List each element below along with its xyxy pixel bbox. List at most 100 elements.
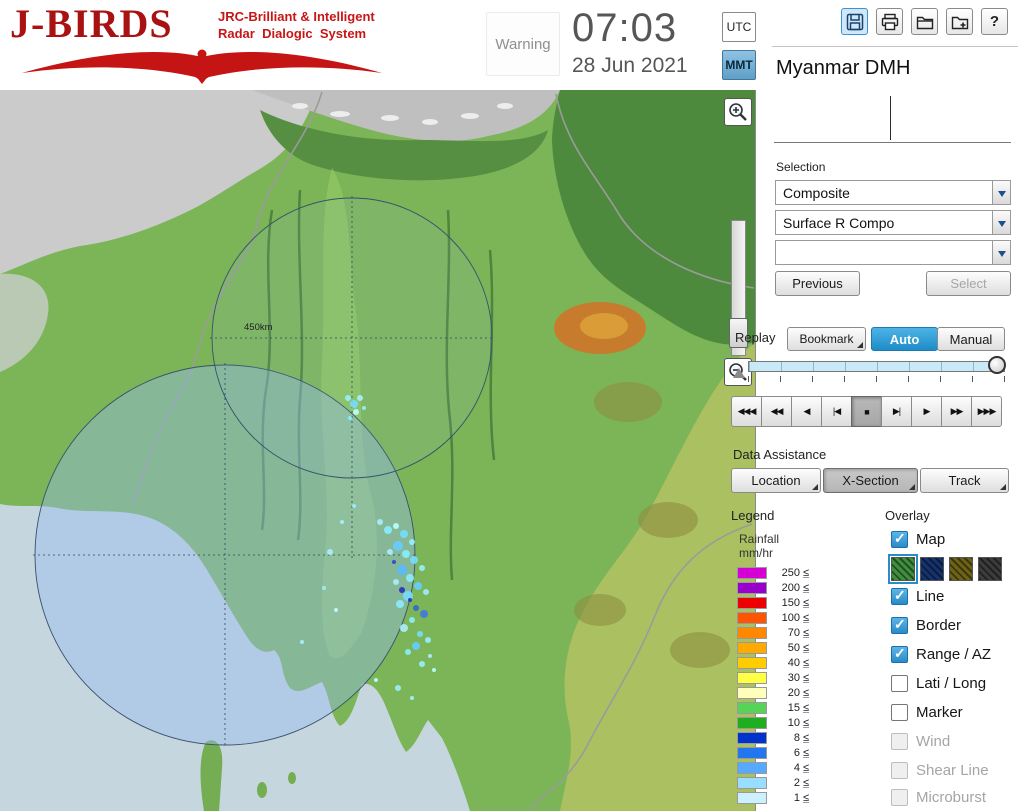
chevron-down-icon[interactable] [992,241,1010,264]
overlay-item-label: Map [916,531,946,548]
legend-le: ≤ [803,641,810,654]
export-button[interactable] [946,8,973,35]
mmt-toggle-button[interactable]: MMT [722,50,756,80]
legend-scale: 250 ≤ 200 ≤ 150 ≤ 100 ≤ 70 ≤ 50 ≤ 40 ≤ 30 ≤ 20 ≤ … [737,565,827,805]
bookmark-button[interactable]: Bookmark [787,327,866,351]
save-button[interactable] [841,8,868,35]
overlay-item-lati-long[interactable]: Lati / Long [891,675,986,692]
option-dropdown[interactable] [775,240,1011,265]
help-button[interactable]: ? [981,8,1008,35]
legend-color-swatch [737,701,767,714]
clock-time: 07:03 [572,6,678,50]
overlay-item-border[interactable]: Border [891,616,962,634]
chevron-down-icon[interactable] [992,181,1010,204]
composite-dropdown[interactable]: Composite [775,180,1011,205]
overlay-item-line[interactable]: Line [891,587,944,605]
lati-long-checkbox[interactable] [891,675,908,692]
data-assistance-label: Data Assistance [733,447,827,462]
island-strip [200,740,223,811]
skip-to-end-button[interactable]: ▶▶▶ [971,396,1002,427]
step-back-button[interactable]: ◀ [791,396,822,427]
stop-button[interactable]: ■ [851,396,882,427]
legend-le: ≤ [803,746,810,759]
legend-color-swatch [737,626,767,639]
line-checkbox[interactable] [891,587,908,605]
frame-back-button[interactable]: |◀ [821,396,852,427]
overlay-item-marker[interactable]: Marker [891,704,963,721]
legend-le: ≤ [803,761,810,774]
replay-slider-handle[interactable] [988,356,1006,374]
overlay-item-range-az[interactable]: Range / AZ [891,645,992,663]
legend-color-swatch [737,791,767,804]
zoom-in-button[interactable] [724,98,752,126]
legend-value: 250 [781,566,800,579]
warning-status: Warning [486,12,560,76]
overlay-item-wind: Wind [891,733,950,750]
legend-row: 40 ≤ [737,655,827,670]
map-checkbox[interactable] [891,530,908,548]
overlay-item-label: Range / AZ [916,646,992,663]
xsection-button[interactable]: X-Section [823,468,918,493]
open-file-button[interactable] [911,8,938,35]
info-box [774,94,1011,143]
radar-map[interactable]: 450km [0,90,756,811]
legend-value: 40 [787,656,800,669]
legend-le: ≤ [803,701,810,714]
product-dropdown[interactable]: Surface R Compo [775,210,1011,235]
legend-color-swatch [737,581,767,594]
microburst-checkbox [891,789,908,806]
chevron-down-icon[interactable] [992,211,1010,234]
legend-color-swatch [737,566,767,579]
overlay-item-microburst: Microburst [891,789,986,806]
folder-plus-icon [951,16,968,29]
app-tagline-line2: Radar Dialogic System [218,25,367,41]
map-style-swatches [888,554,1002,584]
select-button[interactable]: Select [926,271,1011,296]
auto-button[interactable]: Auto [871,327,938,351]
location-button[interactable]: Location [731,468,821,493]
border-checkbox[interactable] [891,616,908,634]
legend-row: 50 ≤ [737,640,827,655]
map-style-gray[interactable] [978,557,1002,581]
legend-le: ≤ [803,611,810,624]
legend-unit-line2: mm/hr [739,546,773,560]
save-icon [846,13,863,30]
radar-map-area[interactable]: 450km [0,90,756,811]
fast-forward-button[interactable]: ▶▶ [941,396,972,427]
legend-le: ≤ [803,776,810,789]
legend-row: 200 ≤ [737,580,827,595]
range-label: 450km [244,322,273,333]
legend-le: ≤ [803,656,810,669]
replay-start-marker [733,368,745,378]
map-style-olive[interactable] [949,557,973,581]
overlay-item-map[interactable]: Map [891,530,946,548]
marker-checkbox[interactable] [891,704,908,721]
map-style-navy[interactable] [920,557,944,581]
previous-button[interactable]: Previous [775,271,860,296]
bookmark-label: Bookmark [799,332,854,346]
map-style-green[interactable] [888,554,918,584]
legend-value: 70 [787,626,800,639]
legend-value: 8 [793,731,800,744]
frame-forward-button[interactable]: ▶| [881,396,912,427]
manual-button[interactable]: Manual [937,327,1005,351]
overlay-item-label: Border [916,617,962,634]
legend-le: ≤ [803,596,810,609]
play-button[interactable]: ▶ [911,396,942,427]
legend-le: ≤ [803,731,810,744]
print-button[interactable] [876,8,903,35]
overlay-label: Overlay [885,508,930,523]
legend-row: 10 ≤ [737,715,827,730]
legend-color-swatch [737,611,767,624]
utc-toggle-button[interactable]: UTC [722,12,756,42]
legend-color-swatch [737,596,767,609]
range-az-checkbox[interactable] [891,645,908,663]
legend-value: 50 [787,641,800,654]
legend-value: 30 [787,671,800,684]
skip-to-start-button[interactable]: ◀◀◀ [731,396,762,427]
legend-value: 6 [793,746,800,759]
track-button[interactable]: Track [920,468,1009,493]
fast-rewind-button[interactable]: ◀◀ [761,396,792,427]
replay-slider-track[interactable] [748,361,1005,372]
replay-slider-ticks [748,376,1005,382]
